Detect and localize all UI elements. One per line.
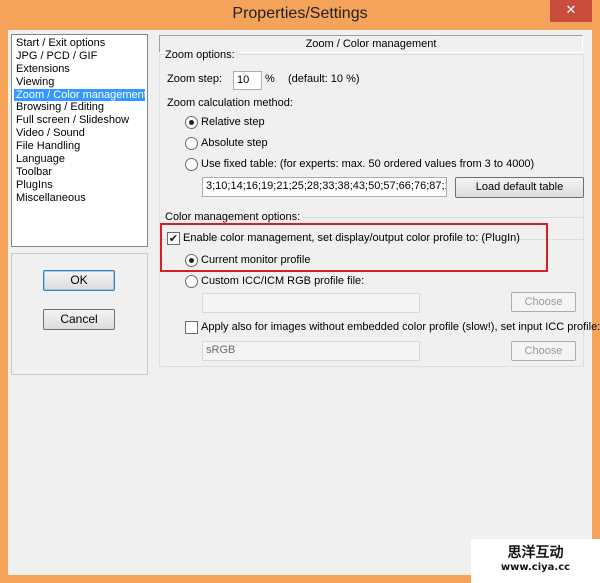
apply-also-checkbox[interactable] [185, 321, 198, 334]
sidebar-item-toolbar[interactable]: Toolbar [14, 166, 145, 179]
sidebar-item-video-sound[interactable]: Video / Sound [14, 127, 145, 140]
sidebar-item-jpg-pcd-gif[interactable]: JPG / PCD / GIF [14, 50, 145, 63]
dialog-buttons-panel: OK Cancel [11, 253, 148, 375]
choose-input-profile-button[interactable]: Choose [511, 341, 576, 361]
highlight-annotation [160, 223, 548, 272]
absolute-step-label[interactable]: Absolute step [201, 137, 268, 149]
zoom-step-input[interactable]: 10 [233, 71, 262, 90]
custom-profile-label[interactable]: Custom ICC/ICM RGB profile file: [201, 275, 364, 287]
apply-also-label[interactable]: Apply also for images without embedded c… [201, 321, 600, 333]
cancel-button[interactable]: Cancel [43, 309, 115, 330]
sidebar-item-zoom-color[interactable]: Zoom / Color management [14, 88, 147, 102]
sidebar-item-miscellaneous[interactable]: Miscellaneous [14, 192, 145, 205]
input-profile-field[interactable]: sRGB [202, 341, 420, 361]
sidebar-item-file-handling[interactable]: File Handling [14, 140, 145, 153]
fixed-table-label[interactable]: Use fixed table: (for experts: max. 50 o… [201, 158, 534, 170]
absolute-step-radio[interactable] [185, 137, 198, 150]
title-bar[interactable]: Properties/Settings ✕ [0, 0, 600, 30]
fixed-table-input[interactable]: 3;10;14;16;19;21;25;28;33;38;43;50;57;66… [202, 177, 447, 197]
zoom-method-label: Zoom calculation method: [167, 97, 293, 109]
custom-profile-radio[interactable] [185, 275, 198, 288]
close-button[interactable]: ✕ [550, 0, 592, 22]
load-default-table-button[interactable]: Load default table [455, 177, 584, 198]
settings-category-list[interactable]: Start / Exit options JPG / PCD / GIF Ext… [11, 34, 148, 247]
dialog-client-area: Start / Exit options JPG / PCD / GIF Ext… [8, 30, 600, 575]
sidebar-item-start-exit[interactable]: Start / Exit options [14, 37, 145, 50]
choose-profile-button[interactable]: Choose [511, 292, 576, 312]
color-management-label: Color management options: [165, 211, 303, 223]
relative-step-label[interactable]: Relative step [201, 116, 265, 128]
watermark-url: www.ciya.cc [500, 562, 571, 573]
relative-step-radio[interactable] [185, 116, 198, 129]
zoom-step-unit: % [265, 73, 275, 85]
sidebar-item-language[interactable]: Language [14, 153, 145, 166]
watermark-title: 思洋互动 [507, 545, 564, 561]
sidebar-item-extensions[interactable]: Extensions [14, 63, 145, 76]
sidebar-item-fullscreen-slideshow[interactable]: Full screen / Slideshow [14, 114, 145, 127]
zoom-step-default: (default: 10 %) [288, 73, 360, 85]
zoom-step-label: Zoom step: [167, 73, 223, 85]
ok-button[interactable]: OK [43, 270, 115, 291]
sidebar-item-plugins[interactable]: PlugIns [14, 179, 145, 192]
fixed-table-radio[interactable] [185, 158, 198, 171]
watermark-logo: 思洋互动 www.ciya.cc [471, 539, 600, 583]
sidebar-item-browsing-editing[interactable]: Browsing / Editing [14, 101, 145, 114]
settings-window: Properties/Settings ✕ Start / Exit optio… [0, 0, 600, 583]
window-title: Properties/Settings [232, 5, 368, 22]
zoom-options-label: Zoom options: [165, 49, 237, 61]
custom-profile-file-input[interactable] [202, 293, 420, 313]
sidebar-item-viewing[interactable]: Viewing [14, 76, 145, 89]
